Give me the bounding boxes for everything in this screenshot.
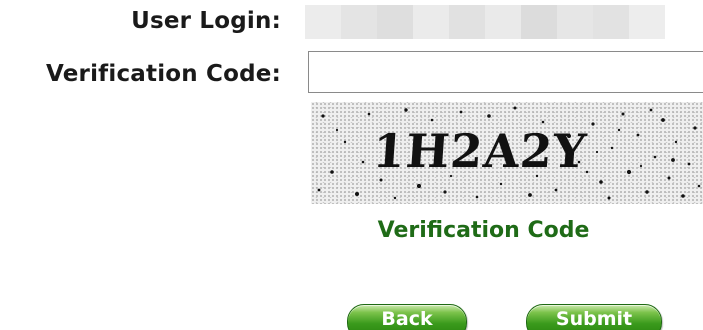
submit-button[interactable]: Submit — [526, 304, 662, 330]
captcha-image: 1H2A2Y — [311, 102, 703, 204]
user-login-value-redacted — [305, 5, 665, 39]
login-form: User Login: Verification Code: 1H2A2Y Ve… — [0, 0, 703, 330]
captcha-code-text: 1H2A2Y — [371, 124, 589, 178]
verification-code-input[interactable] — [308, 51, 703, 93]
captcha-caption: Verification Code — [377, 218, 590, 243]
back-button[interactable]: Back — [347, 304, 467, 330]
user-login-label: User Login: — [131, 8, 281, 34]
verification-code-label: Verification Code: — [45, 61, 281, 87]
